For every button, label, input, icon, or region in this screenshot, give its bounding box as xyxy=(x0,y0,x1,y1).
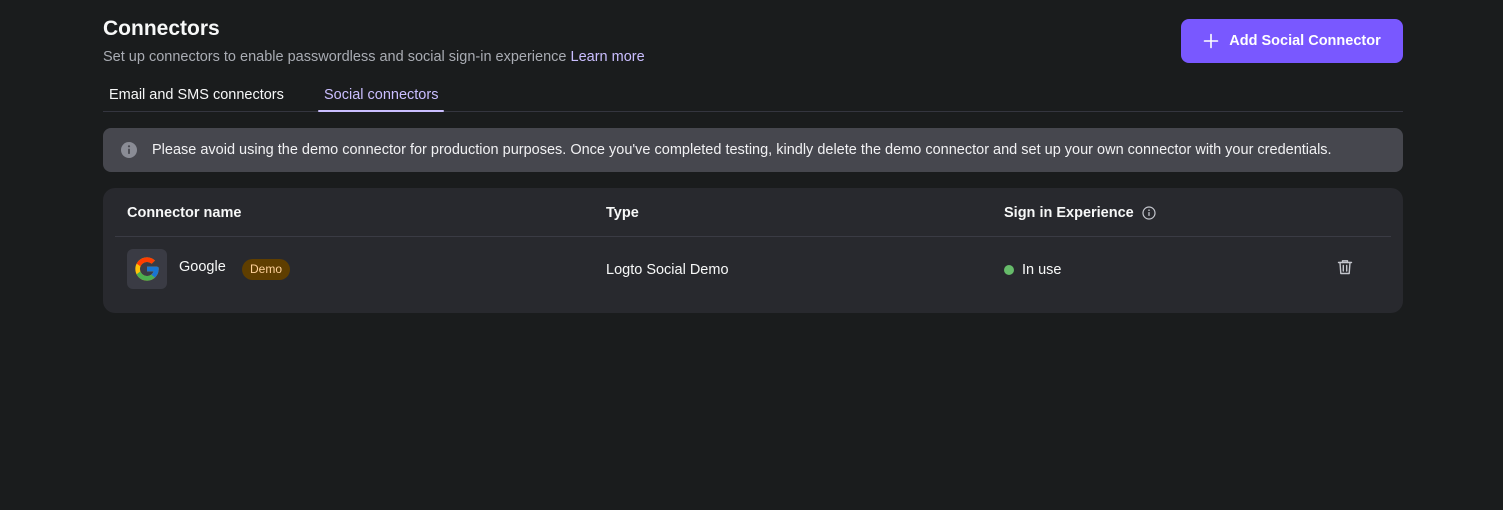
status-indicator: In use xyxy=(1004,262,1062,278)
tab-email-sms[interactable]: Email and SMS connectors xyxy=(103,87,290,111)
column-header-type: Type xyxy=(606,205,639,221)
connector-type: Logto Social Demo xyxy=(606,262,729,278)
trash-icon xyxy=(1336,258,1354,281)
page-subtitle: Set up connectors to enable passwordless… xyxy=(103,49,645,65)
subtitle-text: Set up connectors to enable passwordless… xyxy=(103,49,567,65)
status-text: In use xyxy=(1022,262,1062,278)
info-icon xyxy=(120,141,138,159)
table-row[interactable]: Google Demo Logto Social Demo In use xyxy=(115,237,1391,303)
connector-name: Google xyxy=(179,259,226,275)
info-tip-icon[interactable] xyxy=(1142,206,1156,220)
connectors-table: Connector name Type Sign in Experience G… xyxy=(103,188,1403,313)
table-header: Connector name Type Sign in Experience xyxy=(115,188,1391,237)
learn-more-link[interactable]: Learn more xyxy=(571,49,645,65)
add-button-label: Add Social Connector xyxy=(1229,33,1381,49)
page-title: Connectors xyxy=(103,17,220,40)
plus-icon xyxy=(1203,33,1219,49)
status-dot xyxy=(1004,265,1014,275)
delete-button[interactable] xyxy=(1333,257,1357,281)
demo-notice: Please avoid using the demo connector fo… xyxy=(103,128,1403,172)
demo-badge: Demo xyxy=(242,259,291,280)
column-header-connector-name: Connector name xyxy=(127,205,242,221)
notice-text: Please avoid using the demo connector fo… xyxy=(152,142,1332,158)
google-logo-icon xyxy=(127,249,167,289)
column-header-sign-in-experience: Sign in Experience xyxy=(1004,205,1156,221)
connector-tabs: Email and SMS connectors Social connecto… xyxy=(103,79,1403,112)
connectors-page: Connectors Set up connectors to enable p… xyxy=(103,0,1403,313)
add-social-connector-button[interactable]: Add Social Connector xyxy=(1181,19,1403,63)
tab-social[interactable]: Social connectors xyxy=(318,87,445,112)
